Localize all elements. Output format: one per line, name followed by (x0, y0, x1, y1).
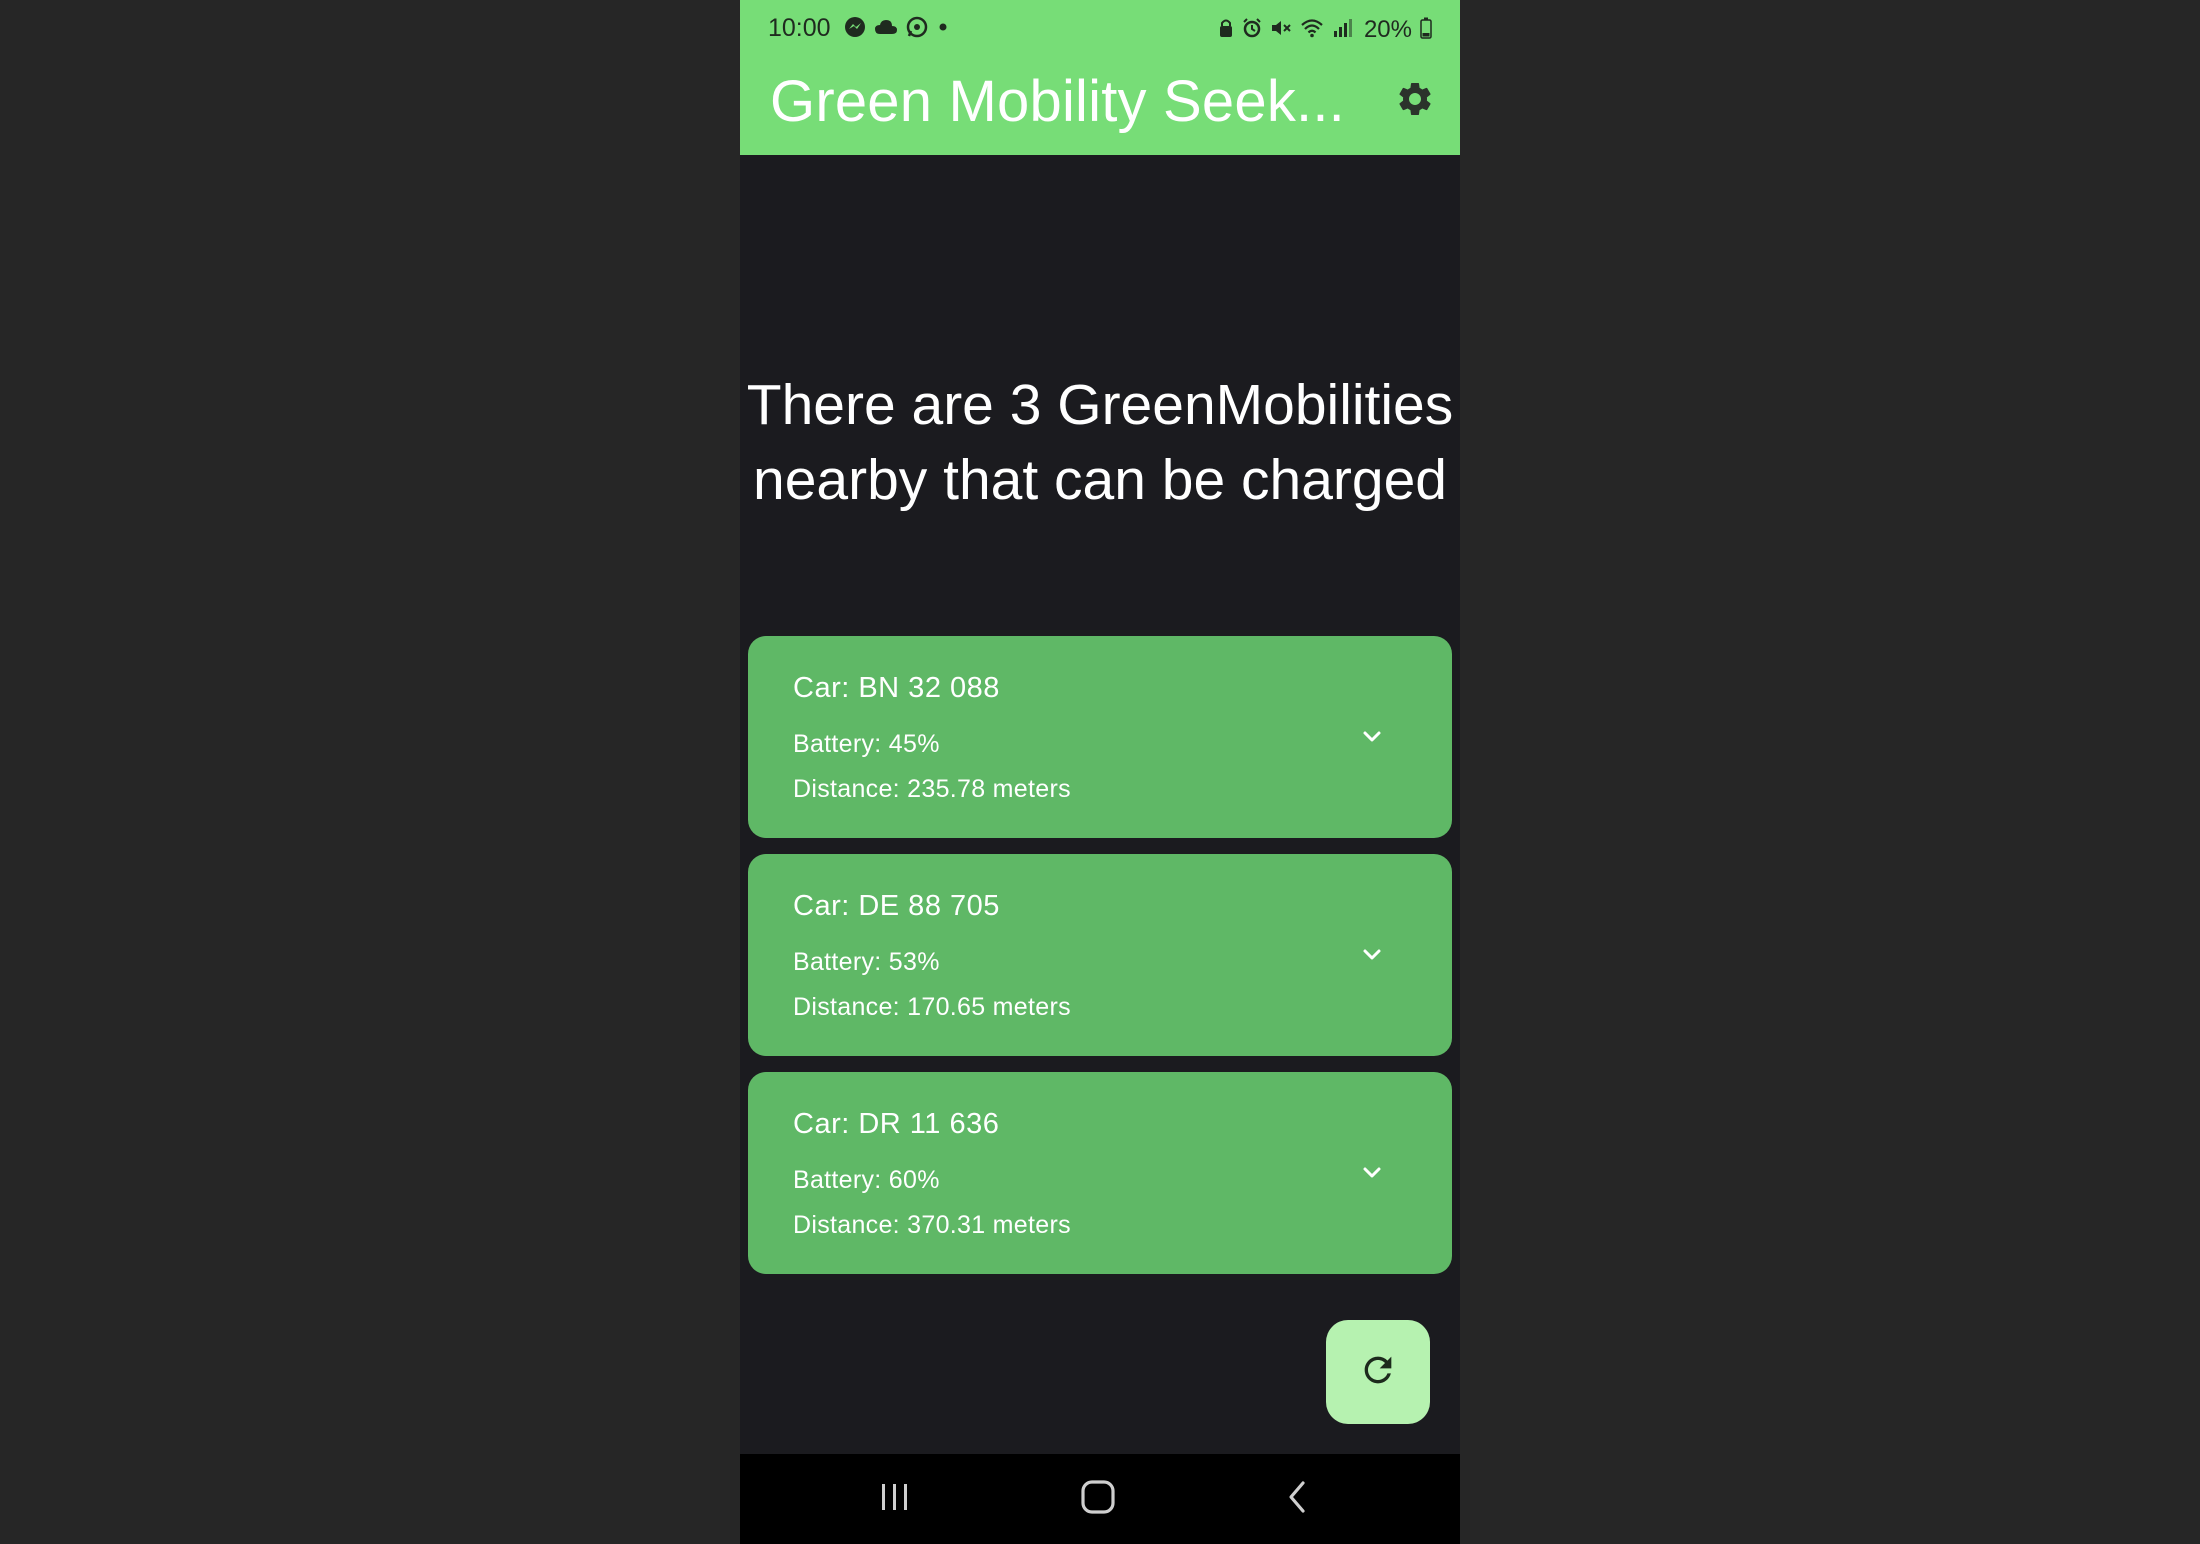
status-time: 10:00 (768, 14, 831, 42)
car-battery: Battery: 60% (793, 1166, 940, 1194)
signal-icon (1332, 18, 1354, 43)
car-plate: Car: DR 11 636 (793, 1108, 1000, 1140)
status-notification-icons (844, 16, 950, 43)
lock-icon (1218, 18, 1234, 43)
nearby-count-headline: There are 3 GreenMobilities nearby that … (746, 373, 1454, 512)
status-bar: 10:00 20% (740, 0, 1460, 60)
chevron-down-icon[interactable] (1358, 941, 1386, 969)
car-card[interactable]: Car: DE 88 705 Battery: 53% Distance: 17… (748, 854, 1452, 1056)
phone-screen: 10:00 20% Green Mobility Seek... There a… (740, 0, 1460, 1544)
car-distance: Distance: 170.65 meters (793, 993, 1071, 1021)
chevron-down-icon[interactable] (1358, 1159, 1386, 1187)
car-list: Car: BN 32 088 Battery: 45% Distance: 23… (748, 636, 1452, 1290)
back-button[interactable] (1268, 1474, 1328, 1524)
whatsapp-icon (906, 16, 928, 43)
mute-icon (1270, 18, 1292, 43)
recent-apps-icon (877, 1480, 913, 1519)
wifi-icon (1300, 18, 1324, 43)
refresh-icon (1358, 1350, 1398, 1395)
cloud-icon (874, 18, 898, 41)
home-button[interactable] (1068, 1474, 1128, 1524)
battery-percentage: 20% (1363, 16, 1412, 43)
car-battery: Battery: 45% (793, 730, 940, 758)
settings-button[interactable] (1392, 78, 1438, 124)
dot-icon (936, 20, 950, 39)
chevron-down-icon[interactable] (1358, 723, 1386, 751)
home-icon (1079, 1478, 1117, 1521)
messenger-icon (844, 16, 866, 43)
gear-icon (1395, 79, 1435, 124)
status-system-icons: 20% (1218, 16, 1432, 44)
car-battery: Battery: 53% (793, 948, 940, 976)
car-card[interactable]: Car: DR 11 636 Battery: 60% Distance: 37… (748, 1072, 1452, 1274)
car-card[interactable]: Car: BN 32 088 Battery: 45% Distance: 23… (748, 636, 1452, 838)
battery-icon (1420, 17, 1432, 44)
car-distance: Distance: 235.78 meters (793, 775, 1071, 803)
alarm-icon (1242, 17, 1262, 43)
back-icon (1283, 1479, 1313, 1520)
car-plate: Car: DE 88 705 (793, 890, 1000, 922)
refresh-button[interactable] (1326, 1320, 1430, 1424)
app-bar: 10:00 20% Green Mobility Seek... (740, 0, 1460, 155)
recent-apps-button[interactable] (865, 1474, 925, 1524)
app-title: Green Mobility Seek... (770, 69, 1345, 134)
system-nav-bar (740, 1454, 1460, 1544)
car-plate: Car: BN 32 088 (793, 672, 1000, 704)
car-distance: Distance: 370.31 meters (793, 1211, 1071, 1239)
